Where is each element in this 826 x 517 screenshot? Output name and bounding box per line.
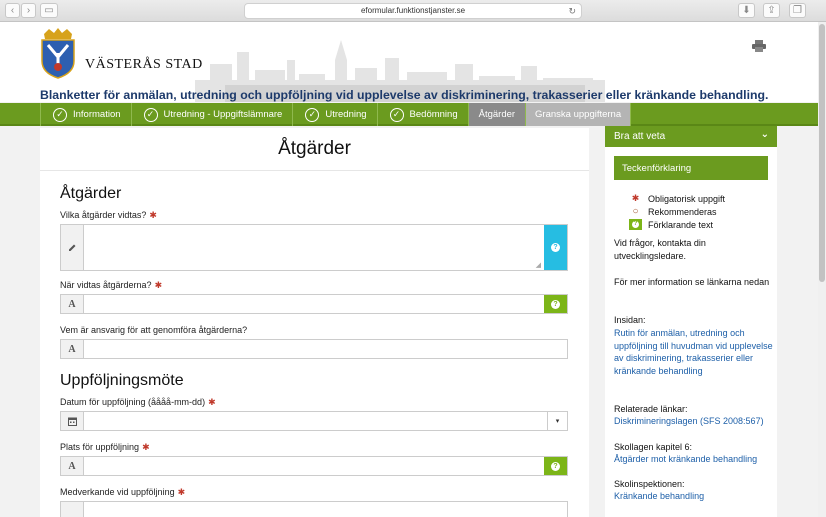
step-utredning[interactable]: ✓ Utredning xyxy=(293,103,378,126)
required-icon: ✱ xyxy=(631,193,640,203)
diskrimineringslagen-link[interactable]: Diskrimineringslagen (SFS 2008:567) xyxy=(614,415,774,428)
back-button[interactable]: ‹ xyxy=(5,3,20,18)
divider xyxy=(40,170,589,171)
legend-item-explanatory: ? Förklarande text xyxy=(623,218,725,231)
step-label: Utredning - Uppgiftslämnare xyxy=(163,109,283,120)
text-icon: A xyxy=(61,340,84,358)
skolinspektionen-link[interactable]: Kränkande behandling xyxy=(614,490,774,503)
skolinspektionen-label: Skolinspektionen: xyxy=(614,479,685,489)
step-label: Bedömning xyxy=(409,109,458,120)
address-bar[interactable]: eformular.funktionstjanster.se ↻ xyxy=(244,3,582,19)
question-icon: ? xyxy=(551,461,560,471)
step-information[interactable]: ✓ Information xyxy=(40,103,132,126)
label-vilka-atgarder: Vilka åtgärder vidtas? ✱ xyxy=(60,210,157,220)
url-text: eformular.funktionstjanster.se xyxy=(360,6,466,15)
question-icon: ? xyxy=(551,299,560,309)
sidebar-toggle-icon[interactable]: ▭ xyxy=(40,3,58,18)
check-circle-icon: ✓ xyxy=(389,107,404,122)
tabs-icon[interactable]: ❐ xyxy=(789,3,806,18)
step-utredning-uppgiftslamnare[interactable]: ✓ Utredning - Uppgiftslämnare xyxy=(132,103,294,126)
legend-item-required: ✱ Obligatorisk uppgift xyxy=(623,192,725,205)
step-label: Åtgärder xyxy=(478,109,516,120)
info-sidebar: Bra att veta ⌄ Teckenförklaring ✱ Obliga… xyxy=(605,126,777,517)
text-icon: A xyxy=(61,295,84,313)
step-granska-uppgifterna[interactable]: Granska uppgifterna xyxy=(526,103,632,126)
browser-toolbar: ‹ › ▭ eformular.funktionstjanster.se ↻ ⬇… xyxy=(0,0,826,22)
required-icon: ✱ xyxy=(142,442,150,452)
form-panel: Åtgärder Åtgärder Vilka åtgärder vidtas?… xyxy=(40,128,589,517)
chevron-down-icon[interactable]: ⌄ xyxy=(761,129,769,140)
chevron-down-icon[interactable]: ▾ xyxy=(547,412,567,430)
help-button[interactable]: ? xyxy=(544,457,567,475)
section-title-uppfoljningsmote: Uppföljningsmöte xyxy=(60,372,184,389)
related-label: Relaterade länkar: xyxy=(614,404,688,414)
legend-title: Teckenförklaring xyxy=(614,156,768,180)
legend-item-recommended: ○ Rekommenderas xyxy=(623,205,725,218)
bra-att-veta-header[interactable]: Bra att veta ⌄ xyxy=(605,126,777,147)
check-circle-icon: ✓ xyxy=(53,107,67,122)
datum-input[interactable]: ▾ xyxy=(60,411,568,431)
share-icon[interactable]: ⇪ xyxy=(763,3,780,18)
print-icon[interactable] xyxy=(752,39,766,57)
step-bedomning[interactable]: ✓ Bedömning xyxy=(378,103,469,126)
forward-button[interactable]: › xyxy=(21,3,36,18)
sidebar-heading: Bra att veta xyxy=(614,131,666,142)
vasteras-coat-of-arms-logo[interactable] xyxy=(40,27,76,84)
pencil-icon xyxy=(61,225,84,270)
recommended-circle-icon: ○ xyxy=(632,206,639,217)
question-icon: ? xyxy=(551,243,560,252)
skollagen-link[interactable]: Åtgärder mot kränkande behandling xyxy=(614,453,774,466)
medverkande-textarea[interactable] xyxy=(60,501,568,517)
section-title-atgarder: Åtgärder xyxy=(60,185,122,202)
check-circle-icon: ✓ xyxy=(305,107,320,122)
vem-ansvarig-input[interactable]: A xyxy=(60,339,568,359)
more-info-text: För mer information se länkarna nedan xyxy=(614,277,770,287)
label-medverkande: Medverkande vid uppföljning ✱ xyxy=(60,487,186,497)
label-nar-vidtas: När vidtas åtgärderna? ✱ xyxy=(60,280,163,290)
required-icon: ✱ xyxy=(154,280,163,290)
plats-input[interactable]: A ? xyxy=(60,456,568,476)
brand-name: VÄSTERÅS STAD xyxy=(85,57,203,72)
vilka-atgarder-textarea[interactable]: ◢ ? xyxy=(60,224,568,271)
skollagen-label: Skollagen kapitel 6: xyxy=(614,442,693,452)
page-heading: Åtgärder xyxy=(278,138,351,159)
calendar-icon xyxy=(61,412,84,430)
pencil-icon xyxy=(61,502,84,517)
help-button[interactable]: ? xyxy=(544,295,567,313)
required-icon: ✱ xyxy=(177,487,186,497)
required-icon: ✱ xyxy=(208,397,216,407)
nar-vidtas-input[interactable]: A ? xyxy=(60,294,568,314)
page-scrollbar[interactable] xyxy=(818,22,826,517)
page-main-title: Blanketter för anmälan, utredning och up… xyxy=(40,88,769,102)
resize-grip-icon[interactable]: ◢ xyxy=(536,261,541,269)
check-circle-icon: ✓ xyxy=(143,107,158,122)
text-icon: A xyxy=(61,457,84,475)
label-plats: Plats för uppföljning ✱ xyxy=(60,442,150,452)
step-navigation: ✓ Information ✓ Utredning - Uppgiftslämn… xyxy=(0,103,818,126)
step-label: Information xyxy=(73,109,121,120)
help-icon: ? xyxy=(623,219,648,230)
scrollbar-thumb[interactable] xyxy=(819,24,825,282)
step-label: Granska uppgifterna xyxy=(535,109,622,120)
label-datum: Datum för uppföljning (åååå-mm-dd) ✱ xyxy=(60,397,216,407)
help-button[interactable]: ? xyxy=(544,225,567,270)
reload-icon[interactable]: ↻ xyxy=(568,4,576,18)
step-label: Utredning xyxy=(325,109,367,120)
legend-list: ✱ Obligatorisk uppgift ○ Rekommenderas ?… xyxy=(623,192,725,231)
download-icon[interactable]: ⬇ xyxy=(738,3,755,18)
insidan-link[interactable]: Rutin för anmälan, utredning och uppfölj… xyxy=(614,327,774,377)
step-atgarder[interactable]: Åtgärder xyxy=(468,103,527,126)
required-icon: ✱ xyxy=(149,210,157,220)
contact-text: Vid frågor, kontakta din utvecklingsleda… xyxy=(614,238,706,261)
insidan-label: Insidan: xyxy=(614,315,646,325)
label-vem-ansvarig: Vem är ansvarig för att genomföra åtgärd… xyxy=(60,325,248,335)
